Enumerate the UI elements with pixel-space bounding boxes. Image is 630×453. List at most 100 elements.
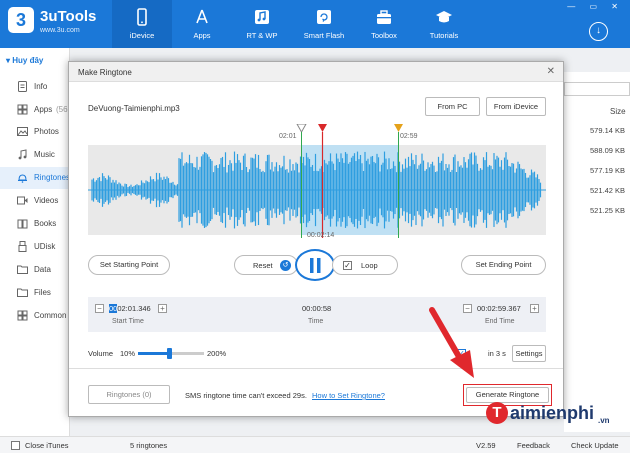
app-logo: 3 [8,7,34,33]
app-name: 3uTools [40,8,97,25]
nav-tab-label: Tutorials [429,31,459,40]
sidebar-item-info[interactable]: Info [0,76,70,98]
start-time-decrease[interactable]: − [95,304,104,313]
bell-icon [18,174,27,183]
duration-label: Time [308,318,324,325]
make-ringtone-dialog: Make Ringtone ✕ DeVuong-Taimienphi.mp3 F… [68,61,564,417]
volume-label: Volume [88,349,114,358]
sidebar-item-books[interactable]: Books [0,213,70,235]
from-idevice-button[interactable]: From iDevice [486,97,546,116]
set-ending-point-button[interactable]: Set Ending Point [461,255,546,275]
sidebar-item-videos[interactable]: Videos [0,190,70,212]
fade-label: in 3 s [488,349,506,358]
watermark-badge: T [486,402,508,424]
book-icon [17,219,28,229]
nav-tab-rt-wp[interactable]: RT & WP [232,0,292,48]
grid-icon [17,310,28,321]
nav-tab-idevice[interactable]: iDevice [112,0,172,48]
volume-slider-thumb[interactable] [167,348,172,359]
size-cell: 521.25 KB [590,206,626,215]
download-icon[interactable]: ↓ [589,22,608,41]
info-icon [18,81,27,92]
start-time-increase[interactable]: + [158,304,167,313]
window-controls[interactable]: — ▭ ✕ [567,2,624,11]
photos-icon [17,127,28,136]
from-pc-button[interactable]: From PC [425,97,480,116]
music-note-icon [255,10,269,24]
volume-min: 10% [120,349,136,358]
nav-tab-label: iDevice [129,31,155,40]
dialog-title-bar: Make Ringtone ✕ [69,62,563,82]
check-update-link[interactable]: Check Update [571,441,619,450]
volume-slider-fill [138,352,170,355]
nav-tab-label: RT & WP [246,31,278,40]
end-marker-handle[interactable] [391,124,406,238]
ringtones-button[interactable]: Ringtones (0) [88,385,170,404]
phone-icon [137,8,147,26]
dialog-divider [69,368,563,369]
nav-tab-apps[interactable]: Apps [172,0,232,48]
nav-tab-smart-flash[interactable]: Smart Flash [294,0,354,48]
sms-note: SMS ringtone time can't exceed 29s. [185,391,307,400]
music-icon [18,149,27,160]
nav-tab-toolbox[interactable]: Toolbox [354,0,414,48]
file-icon [17,288,28,297]
version-label: V2.59 [476,441,496,450]
close-itunes-checkbox[interactable] [11,441,20,450]
playhead-marker[interactable] [315,124,330,238]
reset-icon: ↺ [280,260,291,271]
status-bar: Close iTunes 5 ringtones V2.59 Feedback … [0,436,630,453]
generate-ringtone-button[interactable]: Generate Ringtone [466,387,549,403]
reset-control[interactable]: Reset ↺ [234,255,298,275]
nav-tab-label: Toolbox [371,31,397,40]
sidebar-item-apps[interactable]: Apps (56 [0,99,70,121]
close-icon[interactable]: ✕ [547,66,555,77]
sidebar-item-udisk[interactable]: UDisk [0,236,70,258]
set-starting-point-button[interactable]: Set Starting Point [88,255,170,275]
sidebar: ▾ Huy đây Info Apps (56 Photos Music Rin… [0,48,70,436]
start-marker-handle[interactable] [294,124,309,238]
device-name[interactable]: ▾ Huy đây [6,56,43,65]
size-cell: 577.19 KB [590,166,626,175]
loop-control[interactable]: ✓ Loop [332,255,398,275]
toolbox-icon [377,10,391,24]
size-cell: 588.09 KB [590,146,626,155]
playhead-time: 00:02:14 [307,232,335,239]
settings-button[interactable]: Settings [512,345,546,362]
graduation-cap-icon [436,11,452,23]
search-input[interactable] [564,82,630,96]
end-time-increase[interactable]: + [530,304,539,313]
volume-slider[interactable] [138,348,204,359]
nav-tab-tutorials[interactable]: Tutorials [414,0,474,48]
feedback-link[interactable]: Feedback [517,441,550,450]
app-store-icon [196,9,208,24]
sidebar-item-ringtones[interactable]: Ringtones [0,167,70,189]
flash-icon [317,10,331,24]
start-time-label: Start Time [112,318,144,325]
sidebar-item-photos[interactable]: Photos [0,121,70,143]
folder-icon [17,265,28,274]
size-column-header[interactable]: Size [610,107,626,116]
apps-icon [17,104,28,115]
nav-tab-label: Smart Flash [303,31,345,40]
end-time-value[interactable]: 00:02:59.367 [477,304,521,313]
dialog-title: Make Ringtone [78,68,132,77]
sidebar-item-common[interactable]: Common [0,305,70,327]
end-time-label: End Time [485,318,515,325]
apps-count: (56 [56,105,68,114]
volume-max: 200% [207,349,227,358]
loop-checkbox[interactable]: ✓ [343,261,352,270]
pause-button[interactable] [295,249,335,281]
size-cell: 579.14 KB [590,126,626,135]
how-to-set-ringtone-link[interactable]: How to Set Ringtone? [312,391,385,400]
close-itunes-label: Close iTunes [25,441,69,450]
sidebar-item-data[interactable]: Data [0,259,70,281]
ringtone-count: 5 ringtones [130,441,168,450]
sidebar-item-files[interactable]: Files [0,282,70,304]
pause-icon [310,258,321,273]
audio-filename: DeVuong-Taimienphi.mp3 [88,104,180,113]
start-time-value[interactable]: 0002:01.346 [109,304,151,313]
sidebar-item-music[interactable]: Music [0,144,70,166]
video-icon [17,196,28,205]
nav-tab-label: Apps [193,31,211,40]
